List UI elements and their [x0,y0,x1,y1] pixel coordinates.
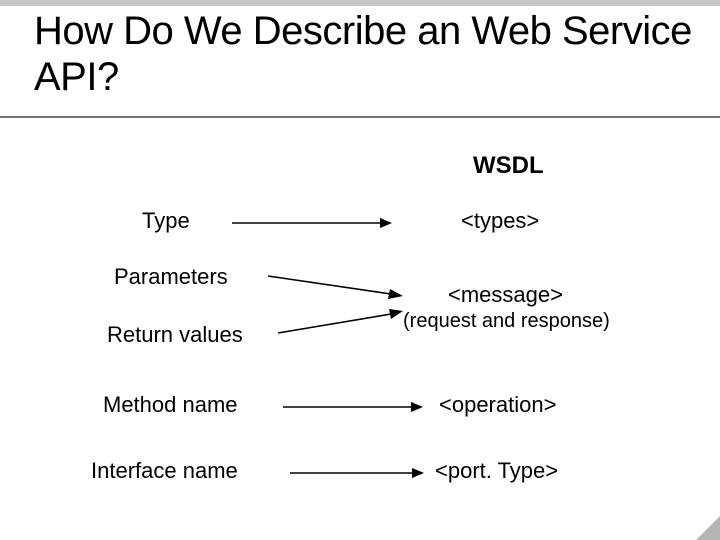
arrow-type [232,218,392,228]
page-corner-fold-icon [696,516,720,540]
right-types: <types> [461,208,539,234]
left-type: Type [142,208,190,234]
left-parameters: Parameters [114,264,228,290]
left-return-values: Return values [107,322,243,348]
top-strip [0,0,720,6]
slide-title: How Do We Describe an Web Service API? [34,8,700,100]
right-porttype: <port. Type> [435,458,558,484]
wsdl-header: WSDL [473,152,544,180]
arrow-return-values [278,308,403,336]
title-underline [0,116,720,118]
right-operation: <operation> [439,392,556,418]
left-interface-name: Interface name [91,458,238,484]
arrow-interface [290,468,424,478]
arrow-parameters [268,272,403,300]
left-method-name: Method name [103,392,238,418]
right-message: <message> [448,282,563,308]
arrow-method [283,402,423,412]
right-message-sub: (request and response) [403,310,610,333]
